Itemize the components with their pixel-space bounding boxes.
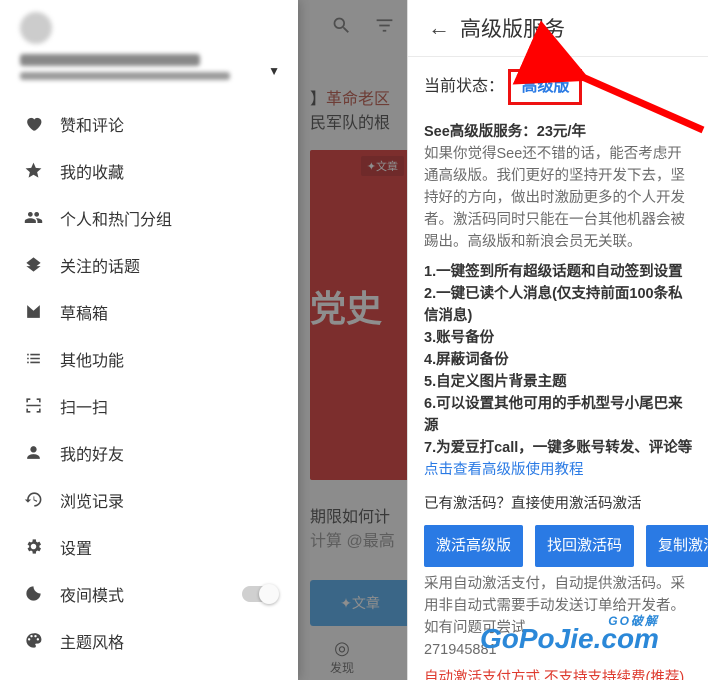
back-icon[interactable]: ←	[428, 15, 450, 41]
tag-icon	[24, 255, 60, 274]
feed-snippet-2: 期限如何计 计算 @最高	[310, 506, 395, 554]
mail-icon	[24, 302, 60, 321]
have-code-text: 已有激活码？直接使用激活码激活	[424, 493, 694, 515]
service-blurb: 如果你觉得See还不错的话，能否考虑开通高级版。我们更好的坚持开发下去，坚持好的…	[424, 143, 694, 253]
feature-list: 1.一键签到所有超级话题和自动签到设置 2.一键已读个人消息(仅支持前面100条…	[424, 261, 694, 459]
menu-friends[interactable]: 我的好友	[0, 429, 298, 476]
menu-topics[interactable]: 关注的话题	[0, 241, 298, 288]
copy-code-button[interactable]: 复制激活码	[646, 525, 708, 567]
tutorial-link[interactable]: 点击查看高级版使用教程	[424, 459, 694, 481]
heart-icon	[24, 114, 60, 133]
avatar[interactable]	[20, 12, 52, 44]
right-header: ← 高级版服务	[408, 0, 708, 57]
status-badge: 高级版	[508, 69, 582, 105]
scan-icon	[24, 396, 60, 415]
card-tag: ✦文章	[361, 156, 404, 176]
drawer-header[interactable]: ▼	[0, 0, 298, 86]
card-text: 党史	[310, 280, 382, 332]
menu-night-mode[interactable]: 夜间模式	[0, 570, 298, 617]
feed-snippet: 】革命老区 民军队的根	[310, 88, 400, 136]
menu-theme[interactable]: 主题风格	[0, 617, 298, 664]
retrieve-code-button[interactable]: 找回激活码	[535, 525, 634, 567]
filter-icon[interactable]	[374, 15, 395, 42]
menu-likes-comments[interactable]: 赞和评论	[0, 100, 298, 147]
person-icon	[24, 443, 60, 462]
tab-discover[interactable]: ◎发现	[330, 638, 354, 676]
feed-card[interactable]: ✦文章 党史	[310, 150, 410, 480]
activate-button[interactable]: 激活高级版	[424, 525, 523, 567]
service-headline: See高级版服务：23元/年	[424, 121, 694, 143]
group-icon	[24, 208, 60, 227]
menu-settings[interactable]: 设置	[0, 523, 298, 570]
menu-history[interactable]: 浏览记录	[0, 476, 298, 523]
history-icon	[24, 490, 60, 509]
star-icon	[24, 161, 60, 180]
menu-drafts[interactable]: 草稿箱	[0, 288, 298, 335]
account-caret-icon[interactable]: ▼	[268, 64, 280, 78]
auto-pay-note: 采用自动激活支付，自动提供激活码。采用非自动式需要手动发送订单给开发者。如有问题…	[424, 573, 694, 661]
menu-scan[interactable]: 扫一扫	[0, 382, 298, 429]
gear-icon	[24, 537, 60, 556]
menu-favorites[interactable]: 我的收藏	[0, 147, 298, 194]
moon-icon	[24, 584, 60, 603]
search-icon[interactable]	[331, 15, 352, 42]
warning-text: 自动激活支付方式 不支持支持续费(推荐)	[424, 667, 694, 680]
page-title: 高级版服务	[460, 13, 565, 43]
premium-page: ← 高级版服务 当前状态： 高级版 See高级版服务：23元/年 如果你觉得Se…	[407, 0, 708, 680]
nav-drawer: ▼ 赞和评论 我的收藏 个人和热门分组 关注的话题 草稿箱 其他功能 扫一扫 我…	[0, 0, 298, 680]
feed-article-badge[interactable]: ✦文章	[310, 580, 410, 626]
night-mode-switch[interactable]	[242, 586, 276, 602]
menu-groups[interactable]: 个人和热门分组	[0, 194, 298, 241]
list-icon	[24, 349, 60, 368]
palette-icon	[24, 631, 60, 650]
current-status: 当前状态： 高级版	[424, 69, 694, 105]
menu-other[interactable]: 其他功能	[0, 335, 298, 382]
